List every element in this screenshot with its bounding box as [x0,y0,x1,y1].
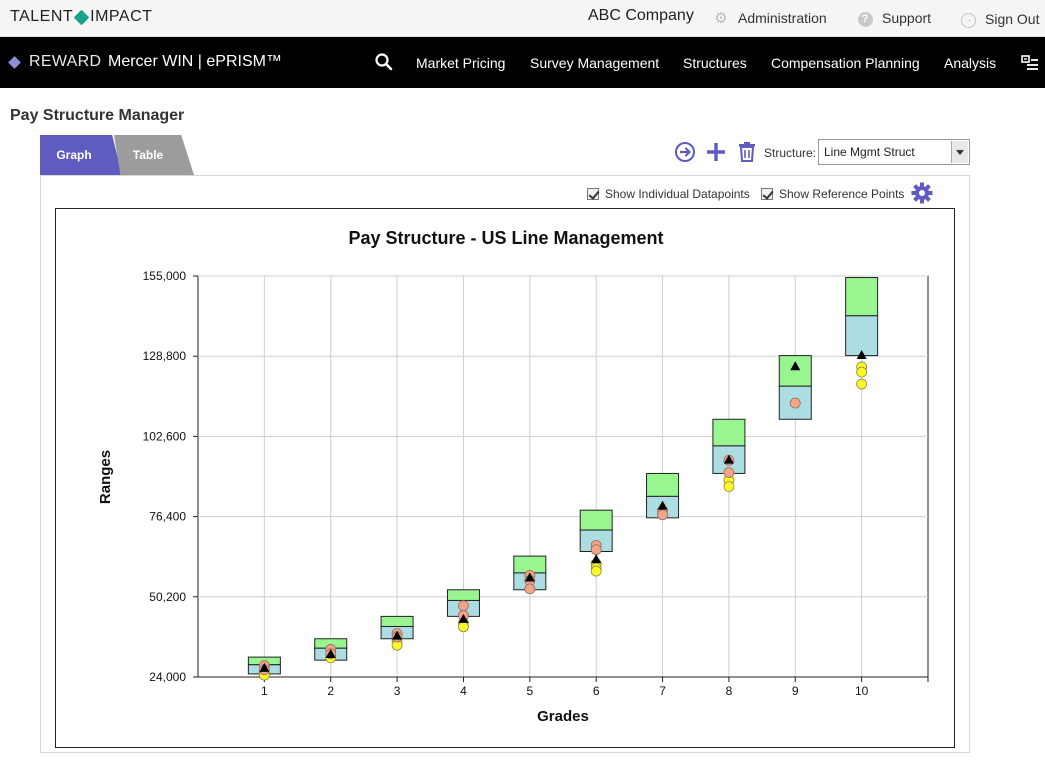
y-tick-label: 50,200 [149,590,186,604]
datapoint-salmon[interactable] [458,600,469,612]
sign-out-link[interactable]: → Sign Out [960,9,1039,28]
checkbox-checked-icon[interactable] [761,188,773,200]
nav-market-pricing[interactable]: Market Pricing [416,55,505,71]
show-reference-points-checkbox[interactable]: Show Reference Points [761,187,904,201]
y-tick-label: 76,400 [149,510,186,524]
administration-label: Administration [738,10,827,26]
datapoint-yellow[interactable] [590,565,602,577]
tab-table[interactable]: Table [114,135,194,175]
datapoint-salmon[interactable] [789,397,801,409]
checkbox-checked-icon[interactable] [587,188,599,200]
product-name: Mercer WIN | ePRISM™ [108,53,282,70]
range-lower-bar[interactable] [845,315,879,357]
range-upper-bar[interactable] [778,355,812,387]
trash-icon[interactable] [736,141,758,163]
show-individual-datapoints-checkbox[interactable]: Show Individual Datapoints [587,187,750,201]
x-tick-label: 7 [659,684,666,698]
x-tick-label: 8 [726,684,733,698]
x-tick-label: 10 [855,684,869,698]
x-tick-label: 4 [460,684,467,698]
administration-link[interactable]: ⚙ Administration [713,9,827,27]
brand-left-text: TALENT [10,8,74,25]
nav-analysis[interactable]: Analysis [944,55,996,71]
datapoint-yellow[interactable] [723,481,735,493]
support-link[interactable]: ? Support [857,9,931,27]
chevron-down-icon[interactable] [951,141,968,163]
company-name: ABC Company [588,7,694,24]
x-axis-label: Grades [537,708,589,725]
range-upper-bar[interactable] [845,277,879,317]
tab-graph[interactable]: Graph [40,135,122,175]
export-arrow-icon[interactable] [674,141,696,163]
help-icon: ? [857,9,873,27]
x-tick-label: 9 [792,684,799,698]
x-tick-label: 2 [327,684,334,698]
talent-impact-logo[interactable]: TALENT IMPACT [10,8,152,26]
nav-survey-management[interactable]: Survey Management [530,55,659,71]
structure-select[interactable]: Line Mgmt Struct [818,139,970,165]
range-upper-bar[interactable] [646,472,680,497]
top-bar: TALENT IMPACT ABC Company ⚙ Administrati… [0,0,1045,37]
tools-icon[interactable] [1021,54,1039,72]
y-axis-label: Ranges [97,450,114,504]
add-icon[interactable] [705,141,727,163]
support-label: Support [882,10,932,26]
plot-area [197,275,929,678]
range-upper-bar[interactable] [380,615,414,627]
x-tick-label: 5 [526,684,533,698]
page-title: Pay Structure Manager [10,107,185,124]
structure-select-value: Line Mgmt Struct [824,145,915,159]
chart-settings-gear-icon[interactable] [911,182,933,204]
datapoint-salmon[interactable] [590,544,602,556]
datapoint-salmon[interactable] [657,509,668,521]
search-icon[interactable] [374,52,394,72]
range-upper-bar[interactable] [579,509,613,531]
datapoint-yellow[interactable] [458,621,469,633]
reward-gem-icon [8,55,21,69]
range-upper-bar[interactable] [446,589,480,601]
reward-logo[interactable]: REWARD [8,53,102,71]
chart-title: Pay Structure - US Line Management [348,228,663,248]
nav-structures[interactable]: Structures [683,55,747,71]
show-individual-datapoints-label: Show Individual Datapoints [605,187,750,201]
gear-icon: ⚙ [714,10,728,27]
range-upper-bar[interactable] [712,418,746,447]
datapoint-salmon[interactable] [524,583,536,595]
y-tick-label: 128,800 [143,349,187,363]
main-nav-bar: REWARD Mercer WIN | ePRISM™ Market Prici… [0,37,1045,88]
datapoint-salmon[interactable] [723,467,735,478]
nav-compensation-planning[interactable]: Compensation Planning [771,55,920,71]
chart-canvas: Pay Structure - US Line Management Grade… [97,228,929,725]
datapoint-yellow[interactable] [856,378,868,390]
sign-out-label: Sign Out [985,10,1040,27]
show-reference-points-label: Show Reference Points [779,187,905,201]
reward-label: REWARD [29,53,102,70]
structure-label: Structure: [764,146,817,160]
x-tick-label: 1 [261,684,268,698]
brand-cube-icon [73,9,90,25]
sign-out-icon: → [960,9,976,28]
y-tick-label: 24,000 [149,670,186,684]
x-tick-label: 6 [593,684,600,698]
pay-structure-chart: Pay Structure - US Line Management Grade… [55,208,955,748]
datapoint-yellow[interactable] [856,366,868,378]
y-tick-label: 102,600 [143,429,187,443]
y-tick-label: 155,000 [143,269,187,283]
x-tick-label: 3 [394,684,401,698]
brand-right-text: IMPACT [90,8,153,25]
